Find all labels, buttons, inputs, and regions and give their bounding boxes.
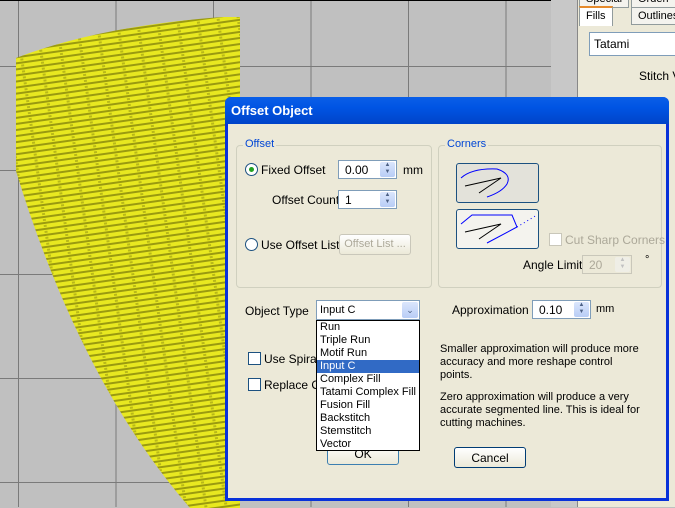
offset-count-spinner[interactable]: 1 ▲ ▼ <box>338 190 397 209</box>
spin-arrows-icon[interactable]: ▲ ▼ <box>380 192 395 207</box>
offset-count-label: Offset Count <box>272 193 340 207</box>
object-type-select[interactable]: Input C ⌄ <box>316 300 420 320</box>
object-type-value: Input C <box>320 304 356 316</box>
option-complex-fill[interactable]: Complex Fill <box>317 373 419 386</box>
option-run[interactable]: Run <box>317 321 419 334</box>
sharp-corner-icon <box>460 214 538 244</box>
use-offset-list-radio[interactable] <box>245 238 258 251</box>
fixed-offset-label: Fixed Offset <box>261 163 326 177</box>
approximation-description-1: Smaller approximation will produce more … <box>440 343 639 381</box>
option-fusion-fill[interactable]: Fusion Fill <box>317 399 419 412</box>
option-backstitch[interactable]: Backstitch <box>317 412 419 425</box>
chevron-down-icon[interactable]: ⌄ <box>402 302 418 318</box>
angle-limit-value: 20 <box>589 258 603 272</box>
stitch-label: Stitch V <box>639 69 675 83</box>
spin-arrows-icon[interactable]: ▲ ▼ <box>574 302 589 317</box>
spin-arrows-icon[interactable]: ▲ ▼ <box>380 162 395 177</box>
angle-unit: ° <box>645 254 650 266</box>
fixed-offset-unit: mm <box>403 163 423 177</box>
option-tatami-complex-fill[interactable]: Tatami Complex Fill <box>317 386 419 399</box>
use-spiral-checkbox[interactable] <box>248 352 261 365</box>
fill-type-combo[interactable]: Tatami <box>589 32 675 56</box>
offset-group: Offset Fixed Offset 0.00 ▲ ▼ mm Offset Cou… <box>236 138 432 288</box>
tab-outlines[interactable]: Outlines <box>631 7 675 25</box>
approximation-value: 0.10 <box>539 303 563 317</box>
approximation-description-2: Zero approximation will produce a very a… <box>440 391 640 429</box>
offset-list-button[interactable]: Offset List ... <box>339 234 411 255</box>
offset-count-value: 1 <box>345 193 352 207</box>
option-motif-run[interactable]: Motif Run <box>317 347 419 360</box>
cut-sharp-corners-checkbox[interactable] <box>549 233 562 246</box>
tab-fills[interactable]: Fills <box>579 6 613 26</box>
cut-sharp-corners-label: Cut Sharp Corners <box>565 233 666 247</box>
angle-limit-label: Angle Limit <box>523 258 583 272</box>
option-stemstitch[interactable]: Stemstitch <box>317 425 419 438</box>
dialog-title: Offset Object <box>225 97 669 124</box>
fixed-offset-radio[interactable] <box>245 163 258 176</box>
fixed-offset-spinner[interactable]: 0.00 ▲ ▼ <box>338 160 397 179</box>
option-vector[interactable]: Vector <box>317 438 419 451</box>
corners-group-label: Corners <box>445 138 489 150</box>
replace-checkbox[interactable] <box>248 378 261 391</box>
round-corners-button[interactable] <box>456 163 539 203</box>
offset-group-label: Offset <box>243 138 277 150</box>
approximation-spinner[interactable]: 0.10 ▲ ▼ <box>532 300 591 319</box>
option-triple-run[interactable]: Triple Run <box>317 334 419 347</box>
use-spiral-label: Use Spiral <box>264 352 320 366</box>
approximation-unit: mm <box>596 303 615 315</box>
object-type-dropdown-list: Run Triple Run Motif Run Input C Complex… <box>316 320 420 451</box>
sharp-corners-button[interactable] <box>456 209 539 249</box>
approximation-label: Approximation <box>452 303 529 317</box>
offset-object-dialog: Offset Object Offset Fixed Offset 0.00 ▲ ▼… <box>225 97 669 501</box>
replace-label: Replace O <box>264 378 321 392</box>
option-input-c[interactable]: Input C <box>317 360 419 373</box>
object-type-label: Object Type <box>245 304 309 318</box>
corners-group: Corners Cut Sharp Corners Angle Limit 20… <box>438 138 666 288</box>
angle-limit-spinner[interactable]: 20 ▲ ▼ <box>582 255 632 274</box>
cancel-button[interactable]: Cancel <box>454 447 526 468</box>
spin-arrows-icon[interactable]: ▲ ▼ <box>615 257 630 272</box>
round-corner-icon <box>460 168 509 198</box>
use-offset-list-label: Use Offset List <box>261 238 340 252</box>
fixed-offset-value: 0.00 <box>345 163 369 177</box>
